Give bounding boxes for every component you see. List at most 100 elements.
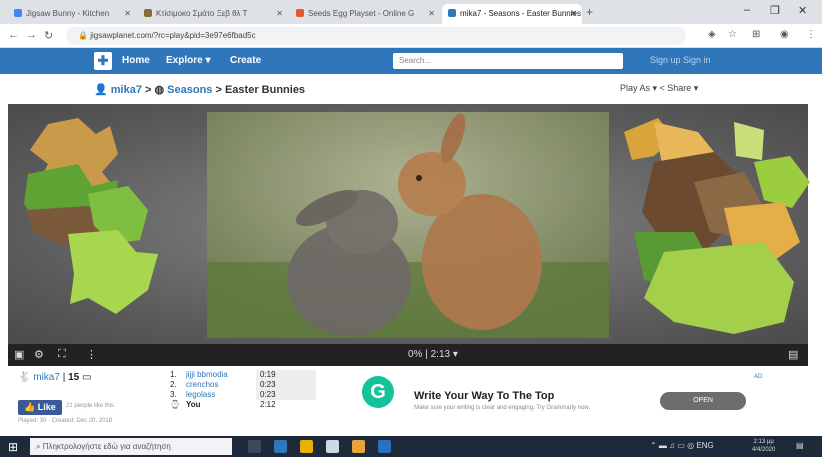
leaderboard: 1. jijji bbmodia 0:19 2. crenchos 0:23 3. leg…: [170, 370, 316, 410]
rank: 2.: [170, 380, 177, 389]
puzzle-count-icon: ▭: [81, 372, 92, 383]
profile-icon[interactable]: ◉: [780, 29, 789, 40]
player-time: 0:23: [256, 380, 316, 390]
system-tray-icons[interactable]: ⌃ ▬ ♫ ▭ ◎ ENG: [650, 441, 714, 450]
like-label: Like: [37, 402, 56, 412]
timer-icon: ⌚: [170, 400, 180, 409]
menu-kebab-icon[interactable]: ⋮: [806, 29, 816, 40]
settings-icon[interactable]: ⚙: [34, 348, 44, 361]
minimize-button[interactable]: –: [744, 4, 750, 16]
like-button[interactable]: 👍 Like: [18, 400, 62, 415]
player-time: 2:12: [260, 400, 276, 409]
advertisement[interactable]: G Write Your Way To The Top Make sure yo…: [362, 370, 780, 428]
tab-title: Seeds Egg Playset - Online G: [308, 9, 415, 18]
breadcrumb-user-link[interactable]: mika7: [111, 84, 142, 96]
puzzle-stage[interactable]: [8, 104, 810, 344]
chrome-icon[interactable]: [352, 440, 365, 453]
puzzle-pieces-right[interactable]: [614, 112, 814, 337]
browser-tab-bar: Jigsaw Bunny - Kitchen ✕ Κτίσιμοκο Σμάτο …: [0, 0, 822, 24]
close-tab-icon[interactable]: ✕: [570, 9, 577, 18]
close-tab-icon[interactable]: ✕: [428, 9, 435, 18]
address-bar-row: ← → ↻ 🔒 jigsawplanet.com/?rc=play&pid=3e…: [0, 24, 822, 48]
clock-date: 4/4/2020: [752, 447, 776, 453]
taskbar-clock[interactable]: 2:13 μμ 4/4/2020: [752, 438, 775, 454]
taskbar-search-placeholder: Πληκτρολογήστε εδώ για αναζήτηση: [42, 442, 171, 451]
tab-title: mika7 - Seasons - Easter Bunnies: [460, 9, 581, 18]
browser-tab-active[interactable]: mika7 - Seasons - Easter Bunnies ✕: [442, 4, 582, 24]
signup-signin-links[interactable]: Sign up Sign in: [650, 55, 711, 65]
file-explorer-icon[interactable]: [300, 440, 313, 453]
reload-icon[interactable]: ↻: [44, 29, 53, 42]
browser-tab[interactable]: Jigsaw Bunny - Kitchen ✕: [8, 4, 136, 24]
star-icon[interactable]: ☆: [728, 29, 737, 40]
maximize-button[interactable]: ❐: [770, 4, 780, 17]
globe-icon: ◍: [154, 84, 168, 96]
forward-icon[interactable]: →: [26, 29, 37, 41]
ad-choices-icon[interactable]: AD: [754, 374, 762, 380]
player-name[interactable]: jijji bbmodia: [186, 370, 256, 380]
nav-home[interactable]: Home: [122, 55, 150, 66]
ad-title[interactable]: Write Your Way To The Top: [414, 390, 554, 402]
leaderboard-row: 1. jijji bbmodia 0:19: [170, 370, 316, 380]
leaderboard-row: 3. legolass 0:23: [170, 390, 316, 400]
extensions-puzzle-icon[interactable]: ⊞: [752, 29, 760, 40]
close-window-button[interactable]: ✕: [798, 4, 807, 17]
tab-favicon-icon: [296, 9, 304, 17]
ghost-image-icon[interactable]: ▤: [788, 348, 798, 361]
browser-tab[interactable]: Κτίσιμοκο Σμάτο Ξεβ θλ Τ ✕: [138, 4, 288, 24]
play-as-share-menu[interactable]: Play As ▾ < Share ▾: [620, 83, 698, 94]
author-info: 🐇 mika7 | 15 ▭: [18, 372, 92, 383]
browser-tab[interactable]: Seeds Egg Playset - Online G ✕: [290, 4, 440, 24]
more-options-icon[interactable]: ⋮: [86, 348, 97, 361]
extension-icon[interactable]: ◈: [708, 29, 716, 40]
like-meta: 21 people like this: [66, 403, 115, 409]
task-view-icon[interactable]: [248, 440, 261, 453]
word-icon[interactable]: [378, 440, 391, 453]
breadcrumb-trail: 👤 mika7 > ◍ Seasons > Easter Bunnies: [94, 83, 305, 96]
user-icon: 👤: [94, 84, 111, 96]
edge-browser-icon[interactable]: [274, 440, 287, 453]
taskbar-search-input[interactable]: ⌕ Πληκτρολογήστε εδώ για αναζήτηση: [30, 438, 232, 455]
close-tab-icon[interactable]: ✕: [124, 9, 131, 18]
breadcrumb: 👤 mika7 > ◍ Seasons > Easter Bunnies Pla…: [0, 74, 822, 104]
close-tab-icon[interactable]: ✕: [276, 9, 283, 18]
player-time: 0:23: [256, 390, 316, 400]
tab-favicon-icon: [144, 9, 152, 17]
bunnies-illustration: [207, 112, 609, 338]
puzzle-meta: Played: 30 · Created: Dec 20, 2018: [18, 418, 113, 424]
progress-timer: 0% | 2:13 ▾: [408, 349, 458, 360]
rank: 1.: [170, 370, 177, 379]
fullscreen-icon[interactable]: ⛶: [58, 348, 66, 361]
nav-explore[interactable]: Explore ▾: [166, 55, 210, 66]
store-icon[interactable]: [326, 440, 339, 453]
site-logo-icon[interactable]: ✚: [94, 52, 112, 70]
back-icon[interactable]: ←: [8, 29, 19, 41]
site-header: ✚ Home Explore ▾ Create Search... Sign u…: [0, 48, 822, 74]
player-name[interactable]: legolass: [186, 390, 256, 400]
leaderboard-row: 2. crenchos 0:23: [170, 380, 316, 390]
tab-favicon-icon: [448, 9, 456, 17]
site-search-input[interactable]: Search...: [393, 53, 623, 69]
windows-taskbar: ⊞ ⌕ Πληκτρολογήστε εδώ για αναζήτηση ⌃ ▬…: [0, 436, 822, 457]
ad-open-button[interactable]: OPEN: [660, 392, 746, 410]
grammarly-logo-icon: G: [362, 376, 394, 408]
search-icon: ⌕: [36, 442, 43, 451]
author-avatar[interactable]: 🐇: [18, 372, 33, 383]
breadcrumb-category-link[interactable]: Seasons: [167, 84, 212, 96]
windows-start-icon[interactable]: ⊞: [8, 440, 18, 454]
notifications-icon[interactable]: ▤: [796, 441, 804, 450]
nav-create[interactable]: Create: [230, 55, 261, 66]
image-preview-icon[interactable]: ▣: [14, 348, 24, 361]
puzzle-pieces-left[interactable]: [18, 114, 168, 314]
new-tab-button[interactable]: +: [586, 5, 593, 19]
tab-favicon-icon: [14, 9, 22, 17]
player-name[interactable]: crenchos: [186, 380, 256, 390]
author-name[interactable]: mika7: [33, 372, 60, 383]
breadcrumb-separator: >: [212, 84, 225, 96]
url-input[interactable]: 🔒 jigsawplanet.com/?rc=play&pid=3e97e6fb…: [66, 27, 686, 45]
lock-icon: 🔒: [78, 31, 91, 40]
tab-title: Jigsaw Bunny - Kitchen: [26, 9, 110, 18]
search-placeholder: Search...: [399, 56, 432, 65]
url-text: jigsawplanet.com/?rc=play&pid=3e97e6fbad…: [90, 31, 256, 40]
player-name: You: [186, 400, 201, 409]
